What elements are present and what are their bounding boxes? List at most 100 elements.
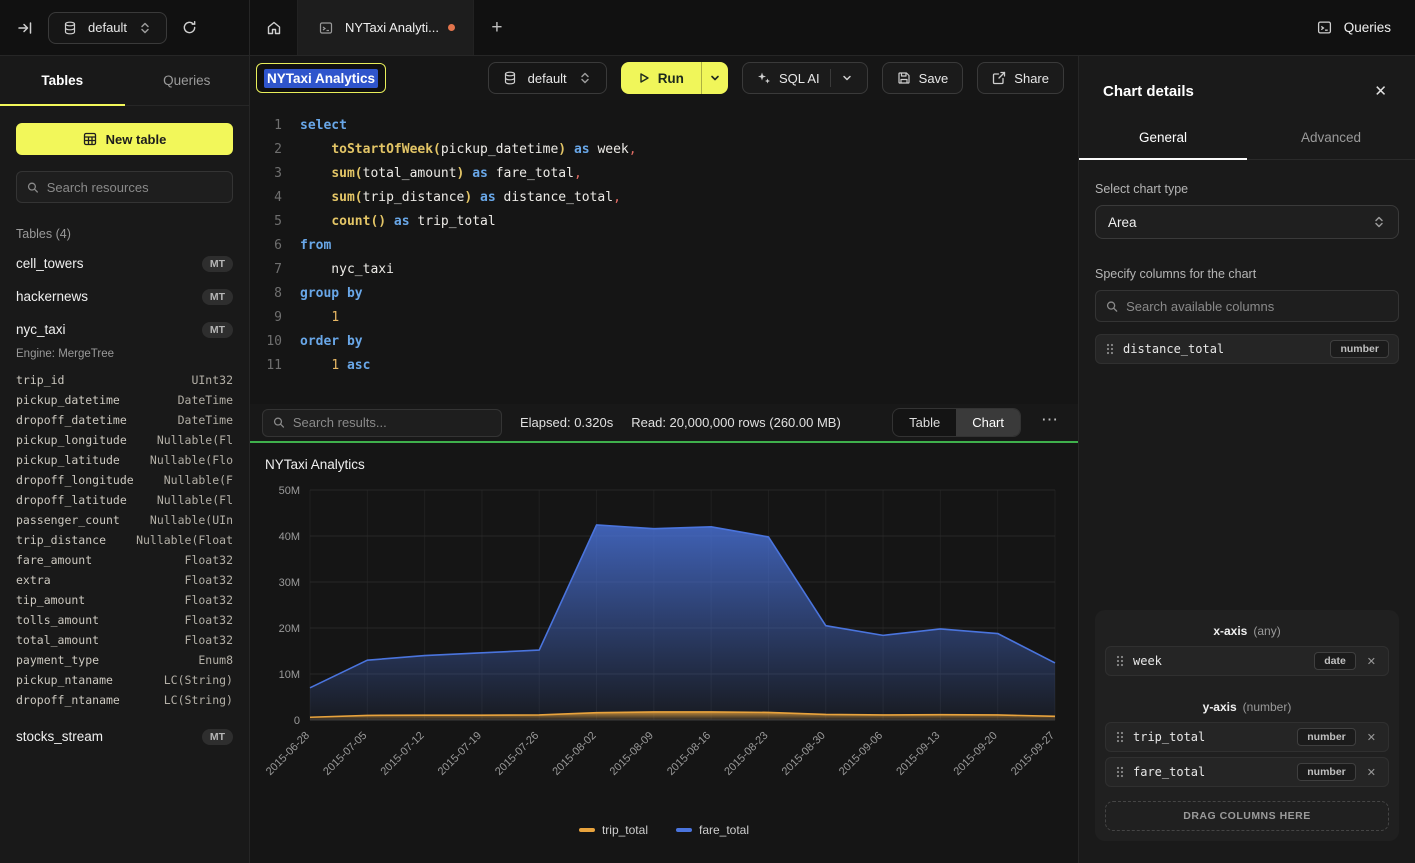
- svg-text:0: 0: [294, 715, 300, 727]
- legend-item-fare_total[interactable]: fare_total: [676, 823, 749, 837]
- code-line[interactable]: 7 nyc_taxi: [250, 258, 1078, 282]
- query-title-input[interactable]: NYTaxi Analytics: [256, 63, 386, 93]
- chart-view-button[interactable]: Chart: [956, 409, 1020, 436]
- tables-section-label: Tables (4): [16, 227, 233, 241]
- svg-text:2015-07-05: 2015-07-05: [321, 730, 369, 778]
- column-chip-week[interactable]: week date ✕: [1105, 646, 1389, 676]
- columns-search-input[interactable]: [1126, 299, 1388, 314]
- table-view-button[interactable]: Table: [893, 409, 956, 436]
- home-icon: [266, 20, 282, 36]
- table-row-hackernews[interactable]: hackernews MT: [0, 280, 249, 313]
- code-line[interactable]: 8group by: [250, 282, 1078, 306]
- drop-zone[interactable]: DRAG COLUMNS HERE: [1105, 801, 1389, 831]
- remove-column-icon[interactable]: ✕: [1364, 655, 1379, 668]
- engine-badge: MT: [202, 322, 233, 338]
- code-line[interactable]: 1select: [250, 114, 1078, 138]
- column-chip-label: week: [1133, 654, 1306, 668]
- results-search[interactable]: [262, 409, 502, 437]
- topbar-database-selector[interactable]: default: [48, 12, 167, 44]
- results-search-input[interactable]: [293, 415, 491, 430]
- sql-editor[interactable]: 1select2 toStartOfWeek(pickup_datetime) …: [250, 100, 1078, 404]
- new-tab-button[interactable]: +: [474, 0, 520, 55]
- chevron-down-icon[interactable]: [841, 72, 853, 84]
- play-icon: [638, 72, 650, 84]
- columns-label: Specify columns for the chart: [1095, 267, 1399, 281]
- share-button[interactable]: Share: [977, 62, 1064, 94]
- svg-text:10M: 10M: [279, 669, 300, 681]
- svg-text:2015-06-28: 2015-06-28: [264, 730, 312, 778]
- home-tab[interactable]: [250, 0, 298, 55]
- code-line[interactable]: 9 1: [250, 306, 1078, 330]
- remove-column-icon[interactable]: ✕: [1364, 731, 1379, 744]
- query-title-text: NYTaxi Analytics: [264, 69, 378, 88]
- column-row: total_amountFloat32: [16, 630, 233, 650]
- drag-handle-icon[interactable]: [1115, 654, 1125, 668]
- topbar: default NYTaxi Analyti... +: [0, 0, 1415, 56]
- code-line[interactable]: 4 sum(trip_distance) as distance_total,: [250, 186, 1078, 210]
- chart-type-select[interactable]: Area: [1095, 205, 1399, 239]
- more-options-button[interactable]: ⋯: [1039, 410, 1066, 436]
- column-row: fare_amountFloat32: [16, 550, 233, 570]
- chart-type-label: Select chart type: [1095, 182, 1399, 196]
- table-name: hackernews: [16, 289, 88, 304]
- tab-nytaxi-analytics[interactable]: NYTaxi Analyti...: [298, 0, 474, 55]
- remove-column-icon[interactable]: ✕: [1364, 766, 1379, 779]
- save-button[interactable]: Save: [882, 62, 964, 94]
- legend-label: fare_total: [699, 823, 749, 837]
- sidebar-search-input[interactable]: [47, 180, 222, 195]
- sidebar-tab-queries[interactable]: Queries: [125, 56, 250, 105]
- database-name: default: [88, 20, 127, 35]
- query-database-selector[interactable]: default: [488, 62, 607, 94]
- run-button[interactable]: Run: [621, 62, 728, 94]
- column-chip-distance_total[interactable]: distance_totalnumber: [1095, 334, 1399, 364]
- sidebar-search[interactable]: [16, 171, 233, 203]
- code-line[interactable]: 11 1 asc: [250, 354, 1078, 378]
- query-toolbar: NYTaxi Analytics default: [250, 56, 1078, 100]
- y-axis-hint: (number): [1243, 700, 1292, 714]
- queries-button[interactable]: Queries: [1314, 17, 1391, 38]
- table-row-nyc-taxi[interactable]: nyc_taxi MT: [0, 313, 249, 346]
- x-axis-hint: (any): [1253, 624, 1280, 638]
- sql-editor-code: 1select2 toStartOfWeek(pickup_datetime) …: [250, 114, 1078, 378]
- y-axis-heading: y-axis(number): [1105, 700, 1389, 714]
- drag-handle-icon[interactable]: [1115, 765, 1125, 779]
- drag-handle-icon[interactable]: [1105, 342, 1115, 356]
- code-line[interactable]: 6from: [250, 234, 1078, 258]
- code-line[interactable]: 3 sum(total_amount) as fare_total,: [250, 162, 1078, 186]
- run-button-main[interactable]: Run: [621, 62, 701, 94]
- columns-search[interactable]: [1095, 290, 1399, 322]
- run-options-caret[interactable]: [701, 62, 728, 94]
- database-icon: [60, 18, 80, 38]
- new-table-button[interactable]: New table: [16, 123, 233, 155]
- query-file-icon: [316, 18, 336, 38]
- code-line[interactable]: 5 count() as trip_total: [250, 210, 1078, 234]
- column-chip-fare_total[interactable]: fare_totalnumber✕: [1105, 757, 1389, 787]
- run-label: Run: [658, 71, 684, 86]
- table-name: cell_towers: [16, 256, 84, 271]
- queries-icon: [1314, 17, 1335, 38]
- legend-item-trip_total[interactable]: trip_total: [579, 823, 648, 837]
- column-chip-trip_total[interactable]: trip_totalnumber✕: [1105, 722, 1389, 752]
- divider: [830, 69, 831, 87]
- table-row-cell-towers[interactable]: cell_towers MT: [0, 247, 249, 280]
- code-line[interactable]: 2 toStartOfWeek(pickup_datetime) as week…: [250, 138, 1078, 162]
- sidebar-tab-tables[interactable]: Tables: [0, 56, 125, 105]
- tab-advanced[interactable]: Advanced: [1247, 118, 1415, 159]
- refresh-icon[interactable]: [179, 17, 200, 38]
- sql-ai-button[interactable]: SQL AI: [742, 62, 868, 94]
- column-row: passenger_countNullable(UIn: [16, 510, 233, 530]
- table-row-stocks-stream[interactable]: stocks_stream MT: [0, 720, 249, 753]
- panel-title: Chart details: [1103, 83, 1194, 100]
- close-icon[interactable]: ✕: [1370, 80, 1391, 102]
- main-area: NYTaxi Analytics default: [250, 56, 1078, 863]
- drag-handle-icon[interactable]: [1115, 730, 1125, 744]
- database-icon: [500, 68, 520, 88]
- collapse-sidebar-icon[interactable]: [14, 17, 36, 39]
- code-line[interactable]: 10order by: [250, 330, 1078, 354]
- svg-text:2015-08-16: 2015-08-16: [665, 730, 713, 778]
- chart-area: NYTaxi Analytics 2015-06-282015-07-05201…: [250, 443, 1078, 863]
- tab-general[interactable]: General: [1079, 118, 1247, 159]
- read-stat: Read: 20,000,000 rows (260.00 MB): [631, 415, 841, 430]
- sidebar: Tables Queries New table Tables (4) cell…: [0, 56, 250, 863]
- column-type-badge: date: [1314, 652, 1356, 670]
